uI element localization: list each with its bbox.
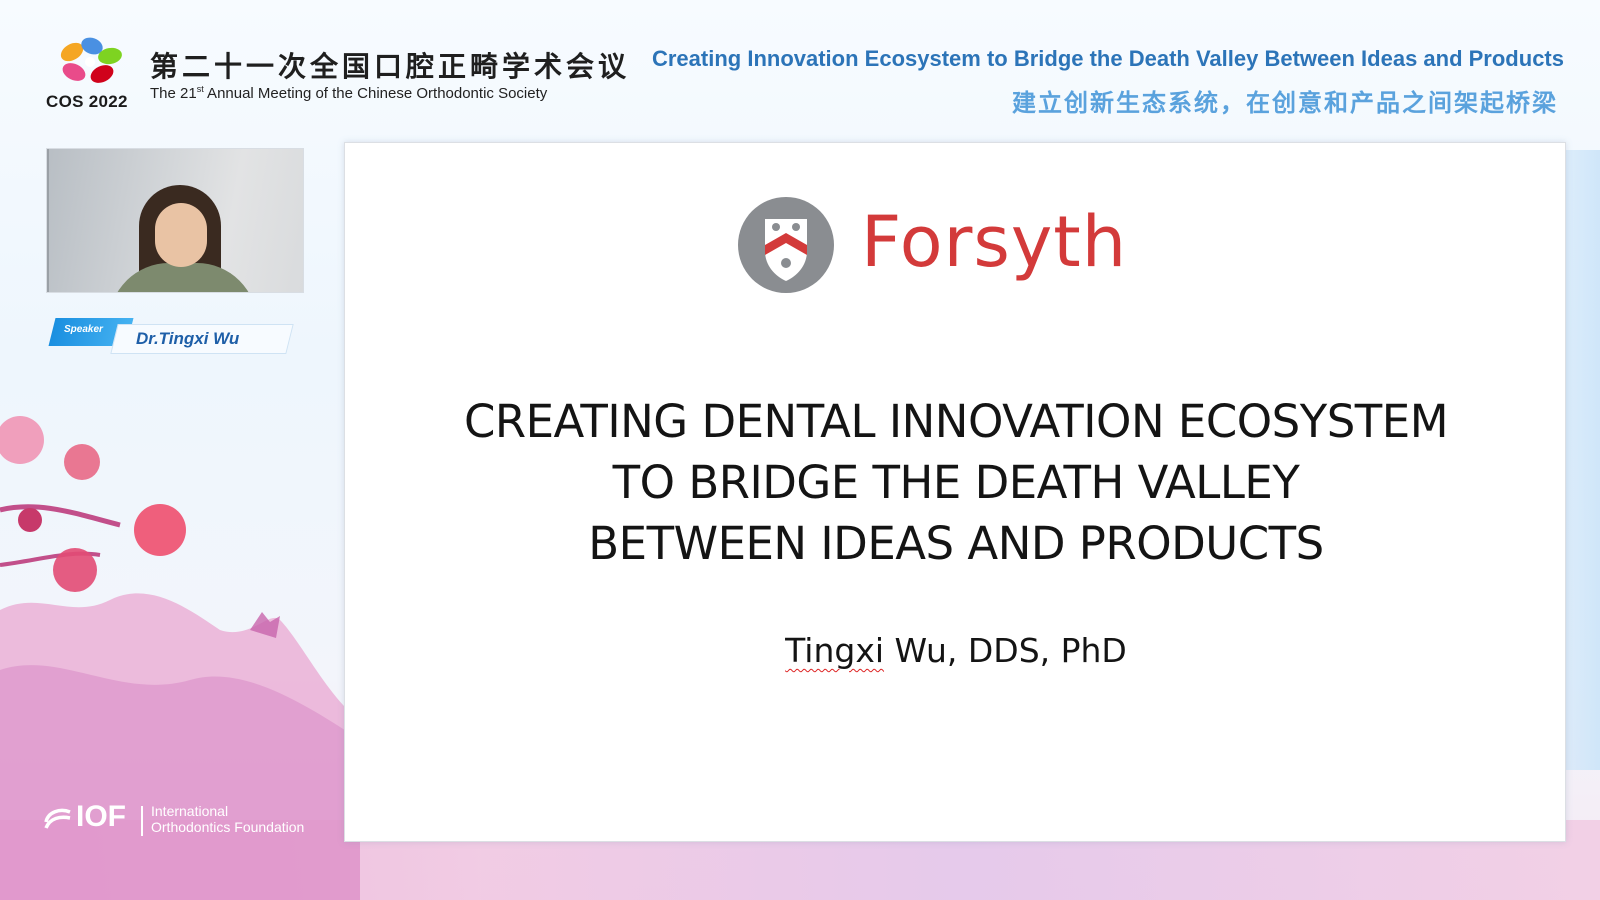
iof-logo: IOF International Orthodontics Foundatio… [42, 800, 342, 838]
forsyth-wordmark: Forsyth [861, 201, 1128, 283]
speaker-video [46, 148, 304, 293]
flower-logo-icon [60, 37, 122, 83]
session-topic-chinese: 建立创新生态系统，在创意和产品之间架起桥梁 [1012, 89, 1558, 117]
presentation-slide: Forsyth CREATING DENTAL INNOVATION ECOSY… [344, 142, 1566, 842]
conference-title-suffix: Annual Meeting of the Chinese Orthodonti… [203, 85, 548, 102]
speaker-tag-label: Speaker [64, 324, 103, 335]
iof-short-name: IOF [76, 800, 126, 833]
author-credentials: Wu, DDS, PhD [884, 631, 1127, 670]
logo-year: COS 2022 [46, 92, 128, 111]
slide-title-line-2: TO BRIDGE THE DEATH VALLEY [612, 456, 1300, 509]
conference-title-prefix: The 21 [150, 85, 197, 102]
speaker-badge: Speaker Dr.Tingxi Wu [48, 318, 296, 358]
slide-title: CREATING DENTAL INNOVATION ECOSYSTEM TO … [345, 391, 1567, 574]
conference-title-chinese: 第二十一次全国口腔正畸学术会议 [150, 50, 631, 83]
slide-title-line-3: BETWEEN IDEAS AND PRODUCTS [588, 517, 1324, 570]
iof-full-name: International Orthodontics Foundation [151, 803, 304, 835]
conference-header: COS 2022 第二十一次全国口腔正畸学术会议 The 21st Annual… [0, 0, 1600, 130]
crest-shield-icon [738, 197, 834, 293]
forsyth-logo: Forsyth [737, 195, 1157, 295]
slide-title-line-1: CREATING DENTAL INNOVATION ECOSYSTEM [463, 395, 1449, 448]
slide-author: Tingxi Wu, DDS, PhD [345, 631, 1567, 670]
speaker-name: Dr.Tingxi Wu [136, 329, 240, 348]
video-wall-edge [47, 149, 49, 292]
conference-title-english: The 21st Annual Meeting of the Chinese O… [150, 84, 547, 102]
iof-name-line-1: International [151, 803, 229, 819]
conference-title-ordinal: st [196, 84, 204, 94]
session-topic-english: Creating Innovation Ecosystem to Bridge … [651, 46, 1564, 71]
iof-divider [141, 806, 143, 836]
cos-logo: COS 2022 [46, 34, 136, 114]
iof-name-line-2: Orthodontics Foundation [151, 819, 305, 835]
speaker-face [155, 203, 207, 267]
iof-swoosh-icon [44, 808, 71, 829]
author-first-name: Tingxi [785, 631, 885, 670]
speaker-body [109, 263, 257, 292]
